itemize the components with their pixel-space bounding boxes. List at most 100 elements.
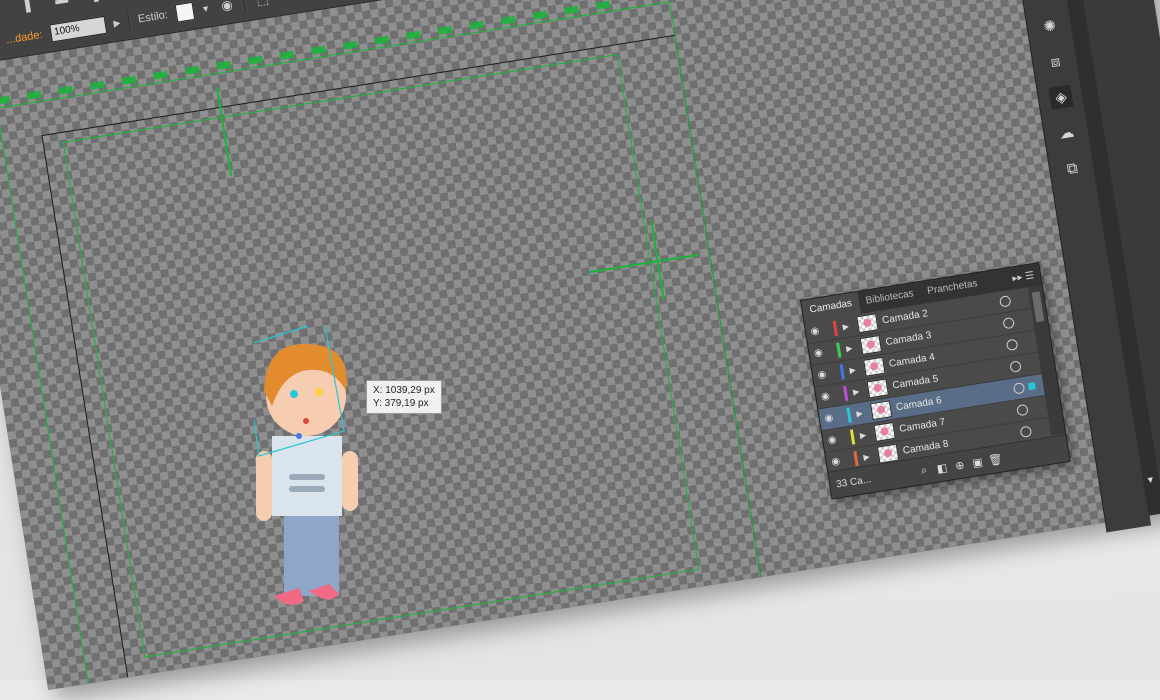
layer-color-bar: [836, 342, 842, 358]
style-swatch[interactable]: [174, 1, 195, 23]
lock-toggle[interactable]: [827, 350, 837, 352]
guide-ruler-mark: [26, 90, 42, 100]
toolbar-divider: [242, 0, 248, 13]
selection-indicator: [1014, 295, 1022, 303]
selected-character-illustration[interactable]: [254, 326, 374, 616]
artboards-icon[interactable]: ⧉: [1060, 156, 1085, 181]
lock-toggle[interactable]: [831, 372, 841, 374]
scroll-down-arrow-icon[interactable]: ▼: [1145, 474, 1155, 485]
layer-thumbnail: [856, 313, 879, 334]
search-layer-icon[interactable]: ⌕: [914, 463, 934, 479]
guide-ruler-mark: [342, 40, 358, 50]
target-circle-icon[interactable]: [1005, 338, 1019, 352]
lock-toggle[interactable]: [838, 415, 848, 417]
guide-ruler-mark: [279, 50, 295, 60]
target-circle-icon[interactable]: [1012, 382, 1026, 395]
visibility-eye-icon[interactable]: ◉: [816, 390, 835, 404]
layer-color-bar: [839, 364, 845, 380]
expand-triangle-icon[interactable]: ▶: [863, 452, 874, 462]
guide-ruler-mark: [0, 95, 10, 105]
visibility-eye-icon[interactable]: ◉: [819, 412, 838, 426]
guide-ruler-mark: [374, 35, 390, 45]
layer-color-bar: [843, 385, 849, 402]
expand-triangle-icon[interactable]: ▶: [859, 430, 870, 440]
align-left-icon[interactable]: ▌: [19, 0, 40, 14]
creative-cloud-icon[interactable]: ☁: [1054, 120, 1079, 145]
lock-toggle[interactable]: [841, 437, 851, 439]
visibility-eye-icon[interactable]: ◉: [805, 325, 824, 339]
stroke-icon[interactable]: ☰: [1032, 0, 1057, 3]
target-circle-icon[interactable]: [1009, 360, 1022, 373]
layer-count: 33 Ca...: [835, 473, 872, 491]
guide-ruler-mark: [405, 30, 421, 40]
guide-ruler-mark: [595, 0, 611, 10]
guide-ruler-mark: [89, 80, 105, 90]
guide-ruler-mark: [216, 60, 232, 70]
selection-indicator: [1035, 426, 1043, 434]
guide-ruler-mark: [532, 10, 548, 20]
layer-thumbnail: [863, 356, 886, 377]
selection-indicator: [1018, 317, 1026, 325]
layer-color-bar: [853, 451, 859, 467]
lock-toggle[interactable]: [834, 394, 844, 396]
expand-triangle-icon[interactable]: ▶: [856, 408, 867, 419]
coordinate-tooltip: X: 1039,29 px Y: 379,19 px: [366, 380, 442, 414]
target-circle-icon[interactable]: [1016, 403, 1029, 417]
target-circle-icon[interactable]: [1002, 316, 1015, 330]
trash-icon[interactable]: 🗑: [985, 452, 1005, 468]
lock-toggle[interactable]: [824, 329, 834, 331]
target-circle-icon[interactable]: [1019, 425, 1033, 439]
guide-ruler-mark: [153, 70, 168, 80]
selection-indicator: [1021, 339, 1029, 347]
tooltip-y: Y: 379,19 px: [373, 398, 429, 409]
selection-indicator: [1031, 404, 1039, 412]
guide-ruler-mark: [247, 55, 263, 65]
guide-ruler-mark: [563, 5, 579, 15]
guide-ruler-mark: [184, 65, 200, 75]
guide-ruler-mark: [58, 85, 74, 95]
graphic-styles-icon[interactable]: ⧈: [1043, 49, 1068, 74]
new-sublayer-icon[interactable]: ⊕: [950, 457, 970, 473]
layer-thumbnail: [870, 400, 893, 421]
panel-menu-icon[interactable]: ▸▸ ☰: [1006, 269, 1041, 285]
visibility-eye-icon[interactable]: ◉: [809, 346, 828, 360]
clipping-mask-icon[interactable]: ◧: [932, 460, 952, 476]
align-center-icon[interactable]: ▬: [51, 0, 72, 9]
guide-ruler-mark: [469, 20, 485, 30]
new-layer-icon[interactable]: ▣: [968, 454, 988, 470]
guide-ruler-mark: [311, 45, 327, 55]
layer-color-bar: [849, 429, 856, 445]
recolor-icon[interactable]: ◉: [217, 0, 238, 16]
selection-indicator: [1027, 382, 1036, 391]
appearance-icon[interactable]: ✺: [1037, 13, 1062, 38]
layer-thumbnail: [859, 335, 883, 355]
style-dropdown-icon[interactable]: ▼: [201, 3, 211, 14]
style-label: Estilo:: [137, 8, 169, 26]
align-right-icon[interactable]: ▐: [83, 0, 104, 4]
layer-thumbnail: [866, 378, 889, 399]
layer-color-bar: [846, 407, 852, 423]
opacity-dropdown-icon[interactable]: ▶: [113, 17, 122, 29]
guide-ruler-mark: [121, 75, 137, 85]
guide-ruler-mark: [437, 25, 453, 35]
opacity-field[interactable]: 100%: [48, 15, 108, 43]
expand-triangle-icon[interactable]: ▶: [842, 321, 853, 332]
expand-triangle-icon[interactable]: ▶: [849, 365, 860, 375]
guide-ruler-mark: [500, 15, 516, 25]
panel-scroll-thumb[interactable]: [1031, 291, 1045, 323]
expand-triangle-icon[interactable]: ▶: [852, 386, 863, 397]
lock-toggle[interactable]: [845, 459, 855, 461]
visibility-eye-icon[interactable]: ◉: [812, 368, 831, 382]
layers-icon[interactable]: ◈: [1048, 84, 1074, 110]
layer-color-bar: [832, 320, 839, 336]
guide-inner: [62, 53, 700, 658]
opacity-label: ...dade:: [5, 28, 44, 47]
visibility-eye-icon[interactable]: ◉: [823, 433, 842, 447]
selection-indicator: [1024, 361, 1032, 369]
visibility-eye-icon[interactable]: ◉: [826, 455, 845, 469]
layers-panel: Camadas Bibliotecas Pranchetas ▸▸ ☰ ◉ ▶ Ca…: [800, 262, 1071, 500]
expand-triangle-icon[interactable]: ▶: [846, 343, 857, 353]
target-circle-icon[interactable]: [998, 295, 1012, 308]
tooltip-x: X: 1039,29 px: [373, 385, 435, 396]
select-similar-icon[interactable]: ⬚: [252, 0, 273, 10]
